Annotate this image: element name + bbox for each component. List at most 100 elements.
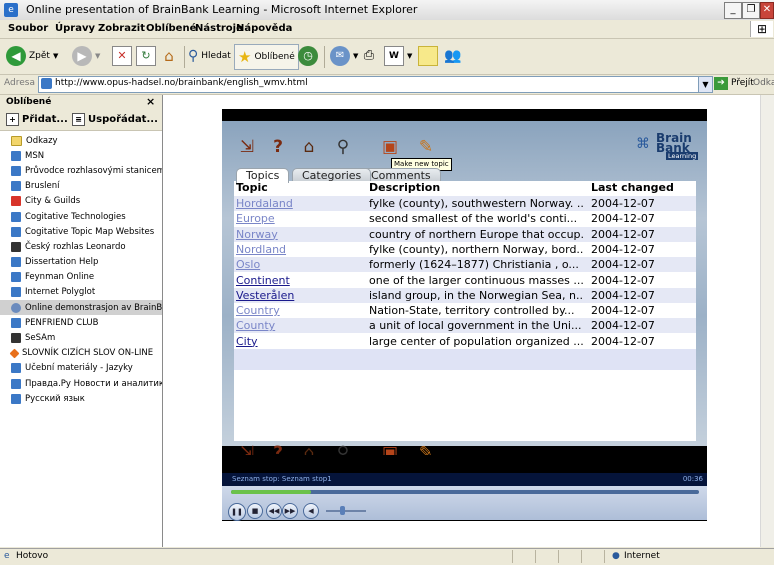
help-icon[interactable]: ? [268,137,288,157]
go-button[interactable]: Přejít [731,78,754,88]
favorite-item[interactable]: PENFRIEND CLUB [0,315,162,330]
pause-button[interactable]: ❚❚ [228,503,246,521]
favorite-label: Cogitative Topic Map Websites [25,226,155,237]
stop-button[interactable]: ✕ [112,44,132,68]
sidebar-close-button[interactable]: × [146,95,155,108]
vertical-scrollbar[interactable] [760,95,774,547]
messenger-button[interactable]: 👥 [444,44,461,68]
col-description[interactable]: Description [369,181,440,194]
topic-link[interactable]: Continent [236,273,356,288]
table-row[interactable]: Vesterålen island group, in the Norwegian… [234,287,696,303]
close-button[interactable]: ✕ [760,2,774,19]
previous-button[interactable]: ◀◀ [266,503,282,519]
topic-link[interactable]: Europe [236,211,356,226]
topic-description: formerly (1624–1877) Christiania , o... [369,258,579,272]
edit-button[interactable]: W ▼ [384,44,412,68]
comment-icon-bottom: ✎ [418,443,434,455]
minimize-button[interactable]: _ [724,2,742,19]
topic-link[interactable]: Vesterålen [236,288,356,303]
favorite-item[interactable]: Cogitative Topic Map Websites [0,224,162,239]
menu-view[interactable]: Zobrazit [98,23,145,34]
table-row[interactable]: Nordland fylke (county), northern Norway,… [234,242,696,257]
favorite-item[interactable]: Bruslení [0,179,162,194]
go-arrow-icon[interactable]: ➔ [714,77,728,90]
volume-slider[interactable] [326,510,366,512]
favorite-item[interactable]: MSN [0,148,162,163]
favorites-list: Odkazy MSN Průvodce rozhlasovými stanicemi… [0,133,162,406]
topic-description: island group, in the Norwegian Sea, n... [369,288,583,302]
col-last-changed[interactable]: Last changed [591,181,674,194]
favorite-page-icon [11,165,21,176]
favorite-item[interactable]: Internet Polyglot [0,285,162,300]
topic-link[interactable]: County [236,318,356,333]
forward-button[interactable]: ▶ ▼ [72,44,100,68]
back-button[interactable]: ◀ Zpět ▼ [6,44,58,68]
favorite-item[interactable]: Učební materiály - Jazyky [0,361,162,376]
home-button[interactable]: ⌂ [160,44,178,68]
next-button[interactable]: ▶▶ [282,503,298,519]
table-row[interactable]: Europe second smallest of the world's con… [234,211,696,226]
topic-link[interactable]: Country [236,303,356,318]
favorite-item[interactable]: Правда.Ру Новости и аналитика [0,376,162,391]
table-row[interactable]: Continent one of the larger continuous ma… [234,273,696,288]
comment-icon[interactable]: ✎ [416,137,436,157]
mail-button[interactable]: ✉ ▼ [330,44,358,68]
table-row[interactable]: County a unit of local government in the … [234,318,696,334]
menu-favorites[interactable]: Oblíbené [146,23,196,34]
favorite-item[interactable]: City & Guilds [0,194,162,209]
scrollbar-arrow-icon[interactable] [762,543,773,545]
print-button[interactable]: ⎙ [360,44,378,68]
address-dropdown-button[interactable]: ▼ [698,76,713,93]
favorite-item[interactable]: Cogitative Technologies [0,209,162,224]
topic-link[interactable]: Oslo [236,257,356,272]
menu-file[interactable]: Soubor [8,23,48,34]
stop-icon: ✕ [112,46,132,66]
table-row[interactable]: Hordaland fylke (county), southwestern No… [234,196,696,211]
volume-knob[interactable] [340,506,345,515]
favorite-item[interactable]: Český rozhlas Leonardo [0,239,162,254]
sidebar-title: Oblíbené [6,97,52,107]
refresh-button[interactable]: ↻ [136,44,156,68]
address-input[interactable]: http://www.opus-hadsel.no/brainbank/engl… [38,76,700,93]
mute-button[interactable]: ◀ [303,503,319,519]
favorite-item[interactable]: Feynman Online [0,270,162,285]
favorite-item[interactable]: Odkazy [0,133,162,148]
back-dropdown-icon: ▼ [52,52,59,60]
stop-media-button[interactable]: ■ [247,503,263,519]
favorite-page-icon [11,257,21,268]
page-icon [41,78,52,89]
table-row[interactable]: Country Nation-State, territory controlle… [234,303,696,318]
favorite-item[interactable]: Русский язык [0,391,162,406]
topic-link[interactable]: Hordaland [236,196,356,211]
table-row[interactable]: Norway country of northern Europe that oc… [234,226,696,242]
exit-icon[interactable]: ⇲ [237,137,257,157]
topic-link[interactable]: Norway [236,227,356,242]
mail-icon: ✉ [330,46,350,66]
home-app-icon[interactable]: ⌂ [299,137,319,157]
topic-link[interactable]: Nordland [236,242,356,257]
history-button[interactable]: ◷ [298,44,318,68]
brainbank-logo: ⌘ Brain Bank Learning [634,132,700,160]
menu-help[interactable]: Nápověda [236,23,292,34]
add-favorite-button[interactable]: + Přidat... [6,113,68,126]
table-row[interactable]: Oslo formerly (1624–1877) Christiania , o… [234,257,696,273]
tab-topics[interactable]: Topics [236,168,290,183]
search-app-icon[interactable]: ⚲ [333,137,353,157]
word-icon: W [384,46,404,66]
favorite-item[interactable]: Online demonstrasjon av BrainBa... [0,300,162,316]
favorites-button[interactable]: ★ Oblíbené [234,44,299,70]
favorite-item[interactable]: Dissertation Help [0,255,162,270]
search-button[interactable]: ⚲ Hledat [188,44,231,68]
maximize-button[interactable]: ❐ [742,2,760,19]
media-status: Seznam stop: Seznam stop1 00:36 [222,473,707,486]
favorite-item[interactable]: SLOVNÍK CIZÍCH SLOV ON-LINE [0,346,162,361]
new-topic-icon[interactable]: ▣ [380,137,400,157]
menu-edit[interactable]: Úpravy [55,23,95,34]
favorite-item[interactable]: Průvodce rozhlasovými stanicemi [0,163,162,178]
notes-button[interactable] [418,44,438,68]
favorite-item[interactable]: SeSAm [0,330,162,345]
organize-favorites-button[interactable]: ≡ Uspořádat... [72,113,158,126]
topic-link[interactable]: City [236,334,356,349]
links-toolbar-label[interactable]: Odkazy [753,78,774,88]
table-row[interactable]: City large center of population organized… [234,334,696,349]
